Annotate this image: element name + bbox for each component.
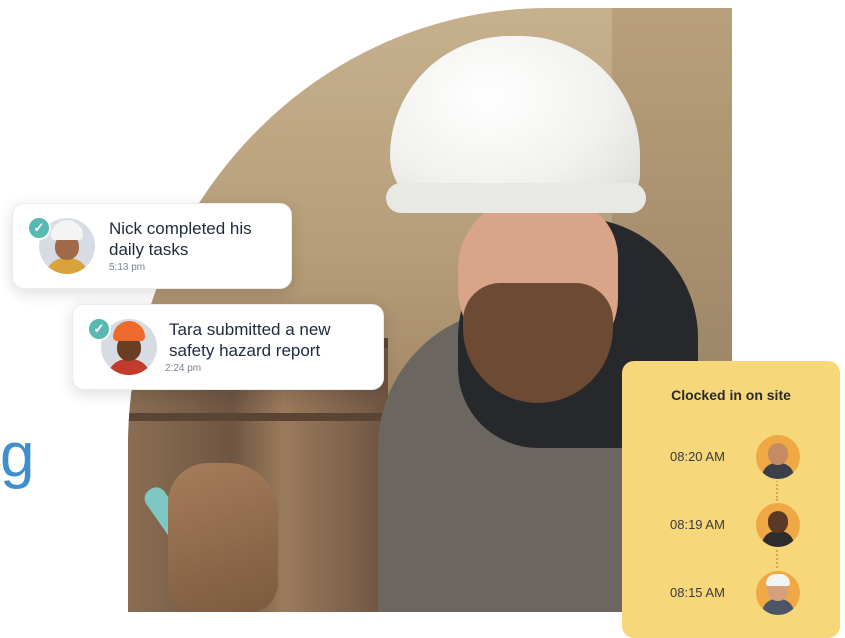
notification-time: 2:24 pm bbox=[165, 363, 202, 374]
clocked-in-title: Clocked in on site bbox=[671, 387, 791, 403]
check-icon: ✓ bbox=[87, 317, 111, 341]
clocked-in-panel: Clocked in on site 08:20 AM 08:19 AM 08:… bbox=[622, 361, 840, 638]
brand-heading-fragment: g bbox=[0, 421, 35, 490]
notification-card-task-complete[interactable]: ✓ Nick completed his daily tasks 5:13 pm bbox=[12, 203, 292, 289]
check-icon: ✓ bbox=[27, 216, 51, 240]
clock-entry[interactable]: 08:19 AM bbox=[622, 501, 840, 549]
notification-card-hazard-report[interactable]: ✓ Tara submitted a new safety hazard rep… bbox=[72, 304, 384, 390]
clock-entry-time: 08:19 AM bbox=[670, 517, 725, 532]
worker-helmet-avatar bbox=[754, 569, 802, 617]
clock-entry-time: 08:15 AM bbox=[670, 585, 725, 600]
man-avatar bbox=[754, 501, 802, 549]
clock-entry[interactable]: 08:20 AM bbox=[622, 433, 840, 481]
notification-time: 5:13 pm bbox=[109, 262, 146, 273]
helmet-icon bbox=[766, 574, 790, 586]
notification-message: Nick completed his daily tasks bbox=[109, 219, 252, 259]
hard-hat-brim bbox=[386, 183, 646, 213]
work-glove bbox=[168, 463, 278, 612]
timeline-connector bbox=[776, 547, 778, 571]
clock-entry-time: 08:20 AM bbox=[670, 449, 725, 464]
clock-entry[interactable]: 08:15 AM bbox=[622, 569, 840, 617]
bearded-man-avatar bbox=[754, 433, 802, 481]
notification-message: Tara submitted a new safety hazard repor… bbox=[169, 320, 331, 360]
